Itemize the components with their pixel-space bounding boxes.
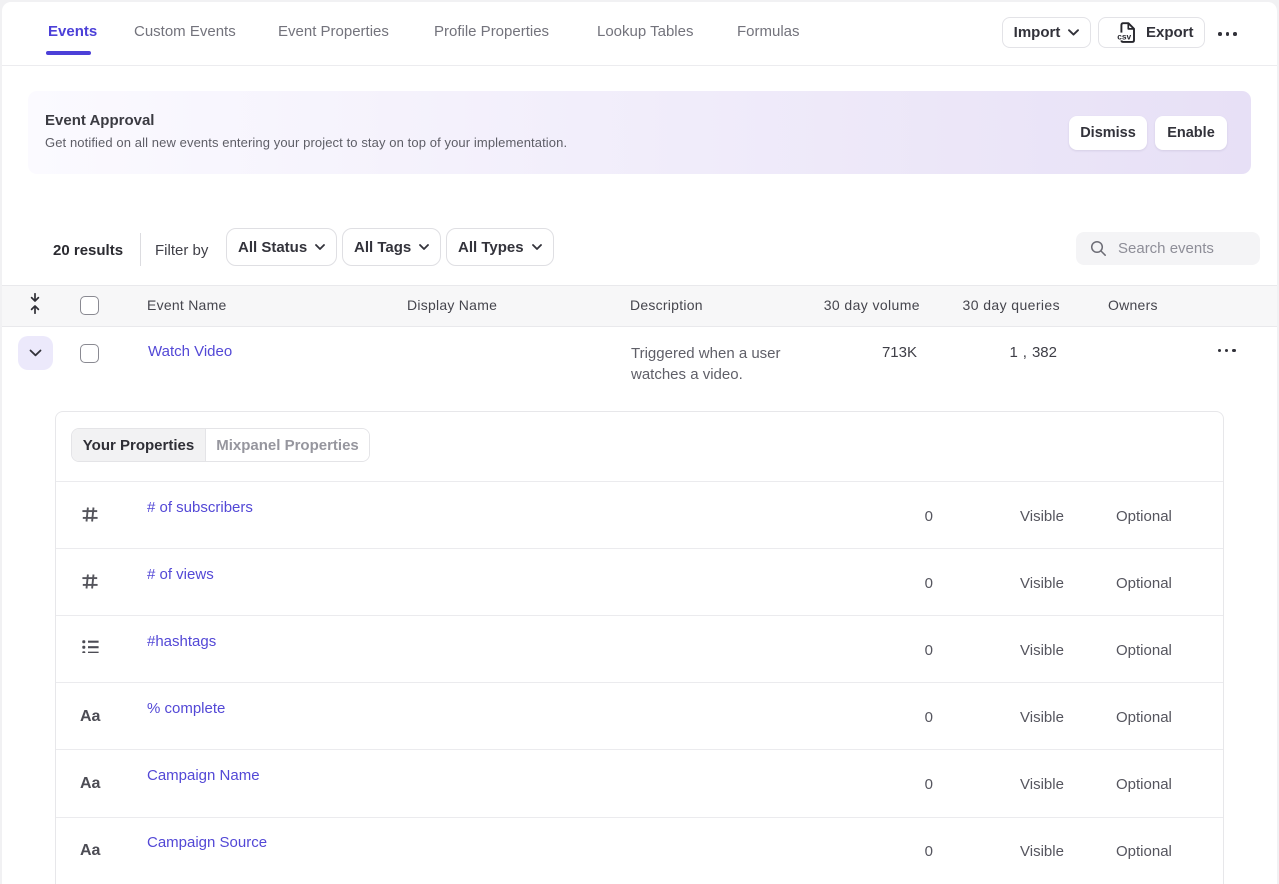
- svg-text:csv: csv: [1117, 32, 1131, 42]
